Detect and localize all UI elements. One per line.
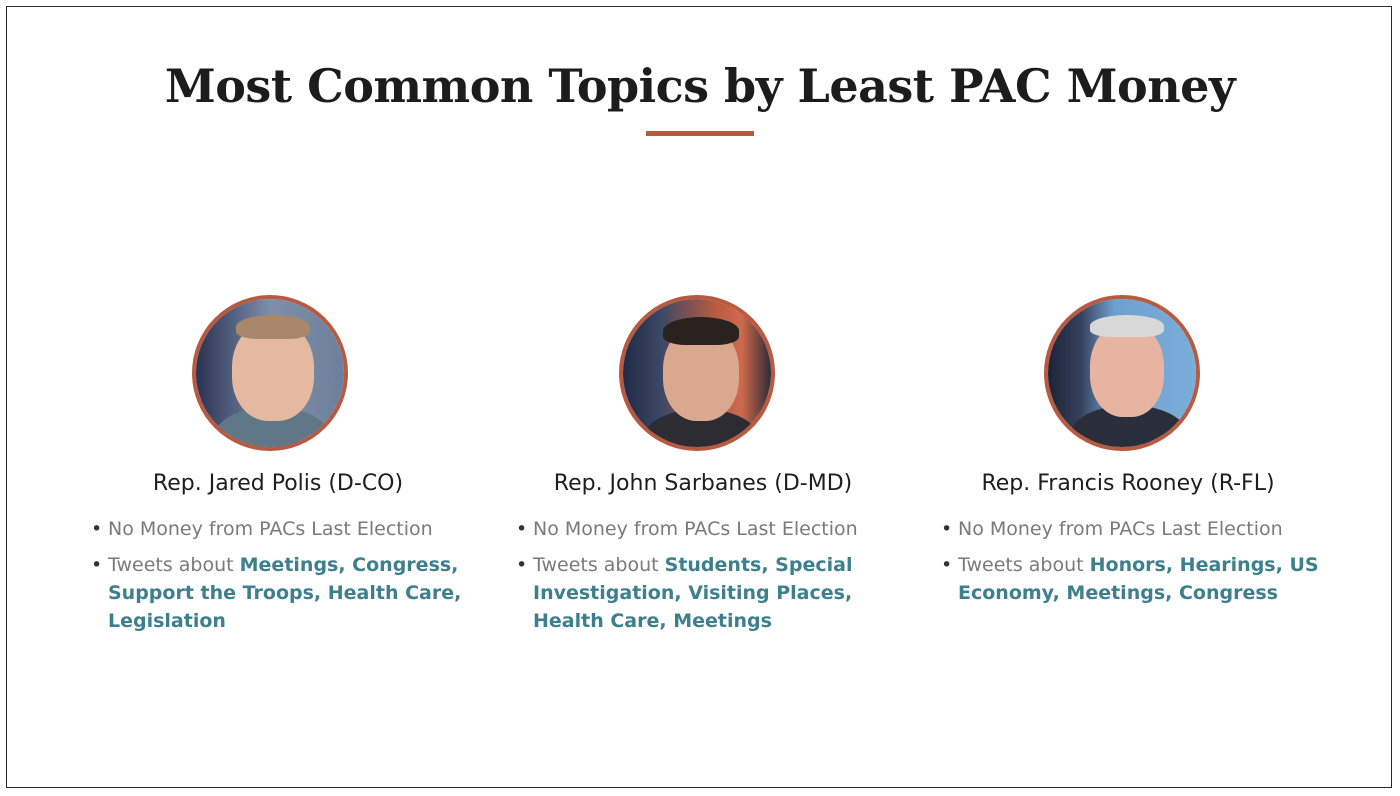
list-item: • Tweets about Students, Special Investi…	[508, 551, 898, 635]
portrait-photo	[619, 295, 775, 451]
tweets-prefix: Tweets about	[533, 554, 659, 576]
representative-name: Rep. Francis Rooney (R-FL)	[981, 471, 1275, 496]
tweets-prefix: Tweets about	[958, 554, 1084, 576]
page-title: Most Common Topics by Least PAC Money	[164, 59, 1236, 113]
bullet-icon: •	[516, 554, 528, 576]
portrait-photo	[1044, 295, 1200, 451]
bullet-icon: •	[516, 518, 528, 540]
slide: Most Common Topics by Least PAC Money Re…	[6, 6, 1392, 788]
bullet-icon: •	[91, 518, 103, 540]
list-item: • No Money from PACs Last Election	[83, 515, 473, 543]
facts-list: • No Money from PACs Last Election • Twe…	[83, 515, 473, 643]
facts-list: • No Money from PACs Last Election • Twe…	[933, 515, 1323, 615]
representative-name: Rep. John Sarbanes (D-MD)	[553, 471, 853, 496]
pac-money-text: No Money from PACs Last Election	[533, 518, 858, 540]
pac-money-text: No Money from PACs Last Election	[108, 518, 433, 540]
list-item: • Tweets about Meetings, Congress, Suppo…	[83, 551, 473, 635]
list-item: • No Money from PACs Last Election	[508, 515, 898, 543]
bullet-icon: •	[941, 554, 953, 576]
tweets-prefix: Tweets about	[108, 554, 234, 576]
portrait-photo	[192, 295, 348, 451]
list-item: • Tweets about Honors, Hearings, US Econ…	[933, 551, 1323, 607]
pac-money-text: No Money from PACs Last Election	[958, 518, 1283, 540]
facts-list: • No Money from PACs Last Election • Twe…	[508, 515, 898, 643]
list-item: • No Money from PACs Last Election	[933, 515, 1323, 543]
title-underline	[646, 131, 754, 136]
bullet-icon: •	[941, 518, 953, 540]
bullet-icon: •	[91, 554, 103, 576]
representative-name: Rep. Jared Polis (D-CO)	[152, 471, 404, 496]
